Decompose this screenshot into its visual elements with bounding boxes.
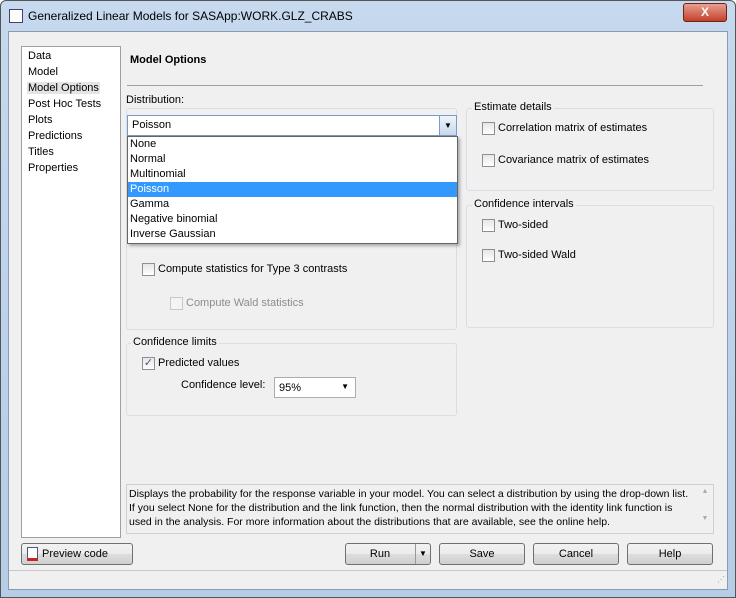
run-label: Run [369, 548, 391, 560]
help-scrollbar[interactable]: ▲ ▼ [697, 485, 713, 533]
save-button[interactable]: Save [439, 543, 525, 565]
two-sided-wald-checkbox[interactable] [482, 249, 495, 262]
nav-item-model[interactable]: Model [27, 66, 59, 78]
two-sided-checkbox[interactable] [482, 219, 495, 232]
run-dropdown-icon[interactable]: ▼ [415, 544, 430, 564]
option-normal[interactable]: Normal [128, 152, 457, 167]
nav-item-properties[interactable]: Properties [27, 162, 79, 174]
two-sided-label: Two-sided [498, 219, 549, 231]
distribution-value: Poisson [132, 119, 172, 131]
window-title: Generalized Linear Models for SASApp:WOR… [28, 9, 353, 23]
resize-grip-icon[interactable]: ⋰ [717, 575, 725, 584]
covariance-checkbox[interactable] [482, 154, 495, 167]
notepad-icon [27, 547, 38, 561]
correlation-label: Correlation matrix of estimates [498, 122, 648, 134]
title-bar[interactable]: Generalized Linear Models for SASApp:WOR… [0, 0, 736, 32]
option-multinomial[interactable]: Multinomial [128, 167, 457, 182]
option-none[interactable]: None [128, 137, 457, 152]
wald-checkbox[interactable] [170, 297, 183, 310]
correlation-checkbox[interactable] [482, 122, 495, 135]
nav-item-predictions[interactable]: Predictions [27, 130, 83, 142]
confidence-level-label: Confidence level: [181, 379, 266, 391]
preview-code-label: Preview code [42, 548, 109, 560]
chevron-down-icon: ▼ [341, 382, 349, 391]
help-text: Displays the probability for the respons… [126, 484, 714, 534]
close-button[interactable]: X [683, 3, 727, 22]
option-gamma[interactable]: Gamma [128, 197, 457, 212]
page-title: Model Options [130, 54, 207, 66]
estimate-details-title: Estimate details [472, 101, 554, 113]
nav-list: Data Model Model Options Post Hoc Tests … [21, 46, 121, 538]
divider [127, 85, 703, 86]
nav-item-data[interactable]: Data [27, 50, 52, 62]
option-inverse-gaussian[interactable]: Inverse Gaussian [128, 227, 457, 242]
nav-item-plots[interactable]: Plots [27, 114, 53, 126]
nav-item-post-hoc-tests[interactable]: Post Hoc Tests [27, 98, 102, 110]
confidence-limits-title: Confidence limits [131, 336, 219, 348]
nav-item-model-options[interactable]: Model Options [27, 82, 100, 94]
help-button[interactable]: Help [627, 543, 713, 565]
cancel-button[interactable]: Cancel [533, 543, 619, 565]
type3-label: Compute statistics for Type 3 contrasts [158, 263, 348, 275]
wald-label: Compute Wald statistics [186, 297, 304, 309]
predicted-values-label: Predicted values [158, 357, 240, 369]
two-sided-wald-label: Two-sided Wald [498, 249, 576, 261]
nav-item-titles[interactable]: Titles [27, 146, 55, 158]
confidence-level-select[interactable]: 95% ▼ [274, 377, 356, 398]
type3-checkbox[interactable] [142, 263, 155, 276]
app-chart-icon [9, 9, 23, 23]
option-poisson[interactable]: Poisson [128, 182, 457, 197]
distribution-label: Distribution: [126, 94, 185, 106]
covariance-label: Covariance matrix of estimates [498, 154, 649, 166]
confidence-level-value: 95% [279, 382, 302, 394]
distribution-dropdown-list: None Normal Multinomial Poisson Gamma Ne… [127, 136, 458, 244]
predicted-values-checkbox[interactable]: ✓ [142, 357, 155, 370]
confidence-intervals-title: Confidence intervals [472, 198, 576, 210]
option-negative-binomial[interactable]: Negative binomial [128, 212, 457, 227]
preview-code-button[interactable]: Preview code [21, 543, 133, 565]
chevron-down-icon[interactable]: ▼ [439, 116, 456, 135]
estimate-details-group [466, 108, 714, 191]
distribution-select[interactable]: Poisson ▼ [127, 115, 457, 136]
run-button[interactable]: Run ▼ [345, 543, 431, 565]
status-bar: ⋰ [9, 570, 727, 589]
